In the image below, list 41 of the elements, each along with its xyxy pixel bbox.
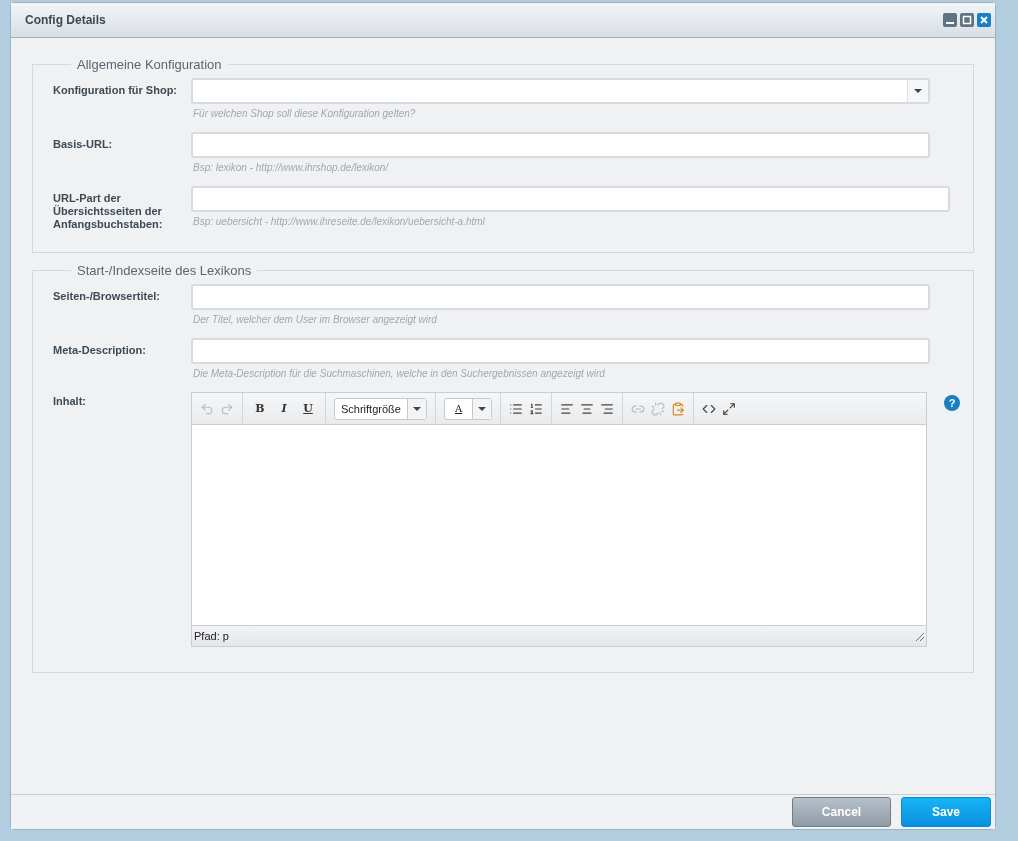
field-hint: Für welchen Shop soll diese Konfiguration gelten? [193,108,417,121]
caret-icon [478,406,487,411]
align-center-icon[interactable] [580,401,595,416]
dropdown-field[interactable] [191,78,930,104]
element-path: Pfad: p [194,630,229,642]
close-icon[interactable] [977,13,991,27]
format-button[interactable]: I [275,399,293,418]
field-label: Seiten-/Browsertitel: [53,289,161,303]
bullet-list-icon[interactable] [509,401,524,416]
rich-text-editor[interactable]: B I U Schriftgröße A Pfad: p [191,392,927,647]
section-legend: Allgemeine Konfiguration [71,57,228,72]
field-hint: Die Meta-Description für die Suchmaschinen, welche in den Suchergebnissen angezeigt wird [193,368,606,381]
section-legend: Start-/Indexseite des Lexikons [71,263,258,278]
input-field[interactable] [191,284,930,310]
caret-icon [412,406,421,411]
align-right-icon[interactable] [600,401,615,416]
field-hint: Bsp: uebersicht - http://www.ihreseite.de/lexikon/uebersicht-a.html [193,216,486,229]
window-title: Config Details [25,13,106,27]
field-label: Inhalt: [53,394,87,408]
minimize-icon[interactable] [943,13,957,27]
field-label: Meta-Description: [53,343,147,357]
fullscreen-icon[interactable] [722,401,737,416]
field-hint: Der Titel, welcher dem User im Browser angezeigt wird [193,314,438,327]
input-field[interactable] [191,132,930,158]
caret-icon [914,89,922,93]
field-label: Basis-URL: [53,137,114,151]
text-color-button[interactable]: A [443,397,493,420]
input-field[interactable] [191,186,950,212]
field-label: Konfiguration für Shop: [53,83,179,97]
field-label: URL-Part der Übersichtsseiten der Anfangsbuchstaben: [53,191,164,231]
format-button[interactable]: B [251,399,269,418]
resize-handle-icon[interactable] [914,631,924,641]
format-button[interactable]: U [299,399,317,418]
clipboard-icon[interactable] [671,401,686,416]
numbered-list-icon[interactable] [529,401,544,416]
font-size-dropdown[interactable]: Schriftgröße [334,397,427,420]
input-field[interactable] [191,338,930,364]
help-icon[interactable]: ? [944,395,960,411]
maximize-icon[interactable] [960,13,974,27]
align-left-icon[interactable] [560,401,575,416]
field-hint: Bsp: lexikon - http://www.ihrshop.de/lexikon/ [193,162,390,175]
